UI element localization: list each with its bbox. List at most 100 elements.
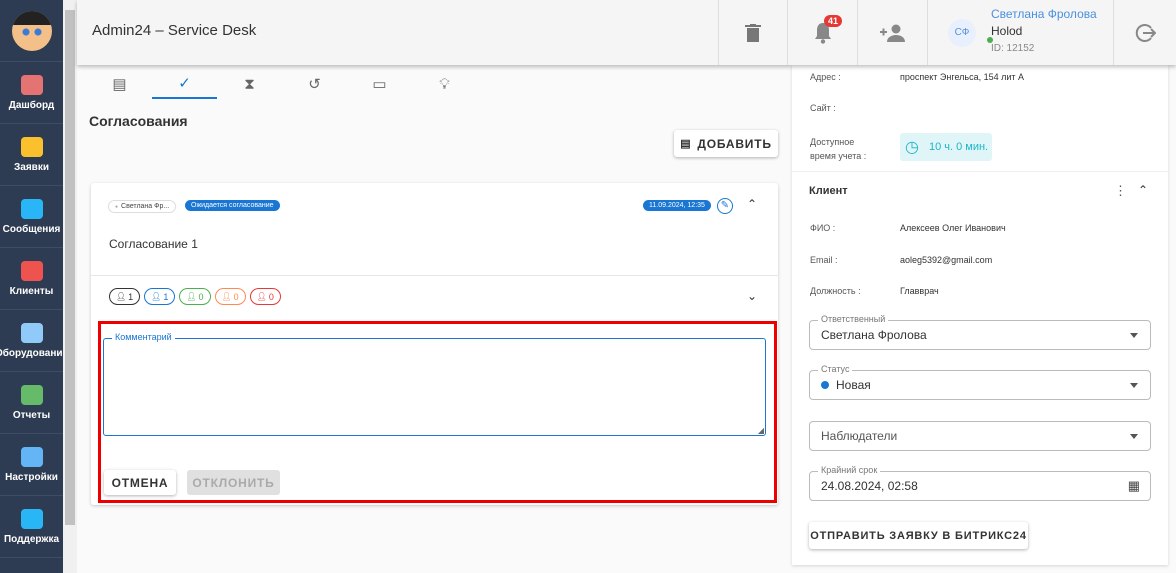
- deadline-value: 24.08.2024, 02:58: [821, 479, 918, 493]
- divider: [792, 171, 1168, 172]
- client-title: Клиент: [809, 185, 848, 197]
- reject-button[interactable]: ОТКЛОНИТЬ: [187, 470, 280, 495]
- sidebar-item-label: Настройки: [5, 471, 58, 483]
- calendar-icon[interactable]: ▦: [1128, 478, 1140, 494]
- time-label-1: Доступное: [810, 137, 855, 147]
- author-chip[interactable]: ● Светлана Фр...: [108, 200, 177, 213]
- person-icon: 👤︎: [221, 292, 232, 301]
- sidebar-item-label: Оборудование: [0, 347, 69, 359]
- tab-approvals[interactable]: ✓: [152, 69, 217, 99]
- scrollbar-thumb[interactable]: [65, 10, 75, 525]
- user-avatar: СФ: [948, 18, 976, 47]
- sidebar-item-6[interactable]: Настройки: [0, 434, 63, 496]
- sidebar-item-label: Поддержка: [3, 533, 60, 545]
- cancel-button[interactable]: ОТМЕНА: [104, 470, 176, 495]
- sidebar-scrollbar[interactable]: [63, 0, 77, 573]
- email-label: Email :: [810, 255, 838, 265]
- sidebar-item-4[interactable]: Оборудование: [0, 310, 68, 372]
- deadline-field[interactable]: Крайний срок 24.08.2024, 02:58 ▦: [809, 465, 1151, 501]
- add-user-button[interactable]: [857, 0, 927, 65]
- counter-chip: 👤︎ 1: [109, 288, 141, 305]
- sidebar-item-0[interactable]: Дашборд: [0, 62, 63, 124]
- author-avatar-icon: ●: [115, 203, 119, 210]
- collapse-button[interactable]: ⌃: [747, 197, 757, 211]
- person-icon: 👤︎: [186, 292, 197, 301]
- sidebar-item-3[interactable]: Клиенты: [0, 248, 63, 310]
- person-icon: 👤︎: [151, 292, 162, 301]
- send-to-bitrix-button[interactable]: ОТПРАВИТЬ ЗАЯВКУ В БИТРИКС24: [809, 522, 1028, 549]
- address-value: проспект Энгельса, 154 лит А: [900, 72, 1025, 82]
- responsible-label: Ответственный: [818, 314, 889, 324]
- edit-button[interactable]: ✎: [717, 198, 733, 214]
- user-name: Светлана Фролова: [991, 7, 1097, 21]
- available-time: ◷ 10 ч. 0 мин.: [900, 133, 992, 161]
- status-value: Новая: [836, 378, 871, 392]
- resize-handle-icon[interactable]: ◢: [758, 426, 764, 435]
- observers-select[interactable]: Наблюдатели: [809, 421, 1151, 451]
- fio-value: Алексеев Олег Иванович: [900, 223, 1006, 233]
- time-label: Доступное время учета :: [810, 135, 866, 163]
- sidebar-item-2[interactable]: Сообщения: [0, 186, 63, 248]
- devices-icon: ▭: [372, 76, 387, 93]
- avatar-face-icon: [11, 10, 52, 51]
- chevron-down-icon: ⌄: [747, 289, 758, 303]
- reject-form-highlight: Комментарий ◢ ОТМЕНА ОТКЛОНИТЬ: [98, 321, 777, 503]
- divider: [91, 275, 778, 276]
- fio-label: ФИО :: [810, 223, 836, 233]
- notifications-button[interactable]: 41: [787, 0, 857, 65]
- comment-icon: ▤: [112, 76, 127, 93]
- status-label: Статус: [818, 364, 853, 374]
- tab-comments[interactable]: ▤: [87, 69, 152, 99]
- user-profile[interactable]: СФ Светлана Фролова Holod ID: 12152: [927, 0, 1113, 65]
- observers-placeholder: Наблюдатели: [821, 429, 898, 443]
- responsible-select[interactable]: Ответственный Светлана Фролова: [809, 314, 1151, 350]
- tab-timer[interactable]: ⧗: [217, 69, 282, 99]
- user-company: Holod: [991, 24, 1023, 38]
- author-name: Светлана Фр...: [121, 203, 170, 210]
- avatar-logo[interactable]: [0, 0, 63, 62]
- hourglass-icon: ⧗: [244, 75, 255, 93]
- chevron-up-icon: ⌃: [1138, 183, 1149, 197]
- counter-value: 1: [128, 291, 134, 302]
- comment-add-icon: ▤: [680, 138, 692, 150]
- position-label: Должность :: [810, 286, 861, 296]
- trash-button[interactable]: [718, 0, 787, 65]
- tab-history[interactable]: ↺: [282, 69, 347, 99]
- counter-value: 0: [198, 291, 204, 302]
- sidebar-item-label: Заявки: [14, 161, 49, 173]
- tab-ideas[interactable]: 💡︎: [412, 69, 477, 99]
- section-title: Согласования: [89, 113, 188, 129]
- sidebar-item-7[interactable]: Поддержка: [0, 496, 63, 558]
- tab-devices[interactable]: ▭: [347, 69, 412, 99]
- add-label: ДОБАВИТЬ: [697, 136, 772, 151]
- logout-icon: [1135, 23, 1156, 42]
- expand-button[interactable]: ⌄: [747, 289, 757, 303]
- status-select[interactable]: Статус Новая: [809, 364, 1151, 400]
- sidebar-item-1[interactable]: Заявки: [0, 124, 63, 186]
- more-vert-icon: ⋮: [1114, 183, 1127, 198]
- deadline-label: Крайний срок: [818, 465, 881, 475]
- tabs: ▤ ✓ ⧗ ↺ ▭ 💡︎: [87, 69, 477, 99]
- approval-title: Согласование 1: [109, 237, 198, 251]
- details-panel: Адрес : проспект Энгельса, 154 лит А Сай…: [792, 65, 1168, 565]
- counter-value: 0: [268, 291, 274, 302]
- comment-field[interactable]: Комментарий ◢: [103, 332, 766, 436]
- dropdown-arrow-icon: [1130, 434, 1138, 439]
- sidebar: Дашборд Заявки Сообщения Клиенты Оборудовани…: [0, 0, 68, 573]
- sidebar-item-label: Сообщения: [2, 223, 61, 235]
- lightbulb-icon: 💡︎: [439, 75, 450, 93]
- position-value: Главврач: [900, 286, 939, 296]
- date-badge: 11.09.2024, 12:35: [643, 200, 711, 211]
- add-user-icon: [879, 24, 905, 42]
- add-button[interactable]: ▤ ДОБАВИТЬ: [674, 130, 778, 157]
- person-icon: 👤︎: [116, 292, 127, 301]
- history-icon: ↺: [308, 76, 321, 93]
- client-menu-button[interactable]: ⋮: [1114, 183, 1127, 199]
- client-collapse-button[interactable]: ⌃: [1138, 183, 1148, 197]
- sidebar-item-5[interactable]: Отчеты: [0, 372, 63, 434]
- logout-button[interactable]: [1113, 0, 1176, 65]
- address-label: Адрес :: [810, 72, 841, 82]
- status-badge: Ожидается согласование: [185, 200, 280, 211]
- sidebar-item-icon: [20, 74, 43, 95]
- check-circle-icon: ✓: [178, 75, 191, 92]
